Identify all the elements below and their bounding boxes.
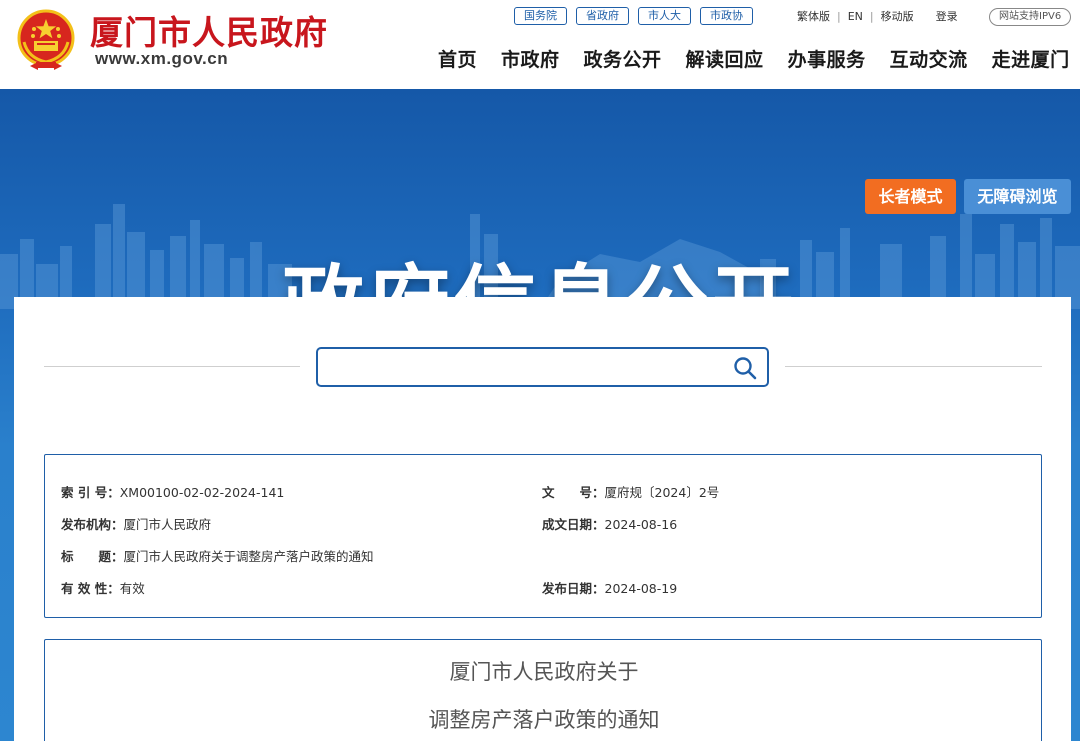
link-municipal-congress[interactable]: 市人大 [638,7,691,25]
meta-value: 厦门市人民政府 [123,517,212,532]
meta-label: 发布机构： [61,517,124,532]
document-title-line1: 厦门市人民政府关于 [449,660,639,684]
login-link[interactable]: 登录 [936,8,958,24]
link-state-council[interactable]: 国务院 [514,7,567,25]
site-name[interactable]: 厦门市人民政府 [90,6,328,54]
meta-value: XM00100-02-02-2024-141 [119,485,285,500]
search-box [316,347,769,387]
accessible-browse-button[interactable]: 无障碍浏览 [964,179,1071,214]
meta-value: 厦府规〔2024〕2号 [604,485,720,500]
meta-created-date: 成文日期：2024-08-16 [542,514,677,533]
meta-published-date: 发布日期：2024-08-19 [542,578,677,597]
content-card: 索 引 号：XM00100-02-02-2024-141 文 号：厦府规〔202… [14,297,1071,741]
nav-home[interactable]: 首页 [438,45,477,72]
nav-about-xiamen[interactable]: 走进厦门 [992,45,1070,72]
traditional-chinese-link[interactable]: 繁体版 [797,8,830,24]
document-metadata: 索 引 号：XM00100-02-02-2024-141 文 号：厦府规〔202… [44,454,1042,618]
meta-label: 标 题： [61,549,124,564]
government-links: 国务院 省政府 市人大 市政协 [514,7,753,25]
meta-org: 发布机构：厦门市人民政府 [61,514,211,533]
nav-government-affairs[interactable]: 政务公开 [584,45,662,72]
nav-city-government[interactable]: 市政府 [501,45,560,72]
nav-interaction[interactable]: 互动交流 [890,45,968,72]
site-domain: www.xm.gov.cn [95,49,229,68]
meta-docno: 文 号：厦府规〔2024〕2号 [542,482,719,501]
meta-value: 厦门市人民政府关于调整房产落户政策的通知 [123,549,374,564]
main-nav: 首页 市政府 政务公开 解读回应 办事服务 互动交流 走进厦门 [438,45,1070,72]
meta-title: 标 题：厦门市人民政府关于调整房产落户政策的通知 [61,546,374,565]
divider [785,366,1042,367]
meta-label: 索 引 号： [61,485,120,500]
link-cppcc[interactable]: 市政协 [700,7,753,25]
divider [44,366,300,367]
document-body: 厦门市人民政府关于 调整房产落户政策的通知 [44,639,1042,741]
ipv6-badge: 网站支持IPV6 [989,8,1072,26]
divider: | [837,9,841,23]
meta-index: 索 引 号：XM00100-02-02-2024-141 [61,482,284,501]
search-bar [44,347,1042,387]
english-link[interactable]: EN [848,10,863,23]
meta-validity: 有 效 性：有效 [61,578,145,597]
national-emblem-icon [17,9,75,70]
search-input[interactable] [328,356,718,378]
document-title-line2: 调整房产落户政策的通知 [428,708,660,732]
mobile-link[interactable]: 移动版 [881,8,914,24]
meta-label: 成文日期： [542,517,605,532]
site-header: 厦门市人民政府 www.xm.gov.cn 国务院 省政府 市人大 市政协 繁体… [0,0,1080,89]
meta-value: 有效 [119,581,145,596]
utility-links: 繁体版 | EN | 移动版 登录 [797,8,958,24]
nav-interpretation[interactable]: 解读回应 [686,45,764,72]
link-provincial-gov[interactable]: 省政府 [576,7,629,25]
elder-mode-button[interactable]: 长者模式 [865,179,956,214]
meta-value: 2024-08-16 [604,517,678,532]
meta-value: 2024-08-19 [604,581,678,596]
meta-label: 文 号： [542,485,605,500]
divider: | [869,9,874,23]
meta-label: 有 效 性： [61,581,120,596]
meta-label: 发布日期： [542,581,605,596]
search-icon[interactable] [733,356,757,380]
nav-services[interactable]: 办事服务 [788,45,866,72]
